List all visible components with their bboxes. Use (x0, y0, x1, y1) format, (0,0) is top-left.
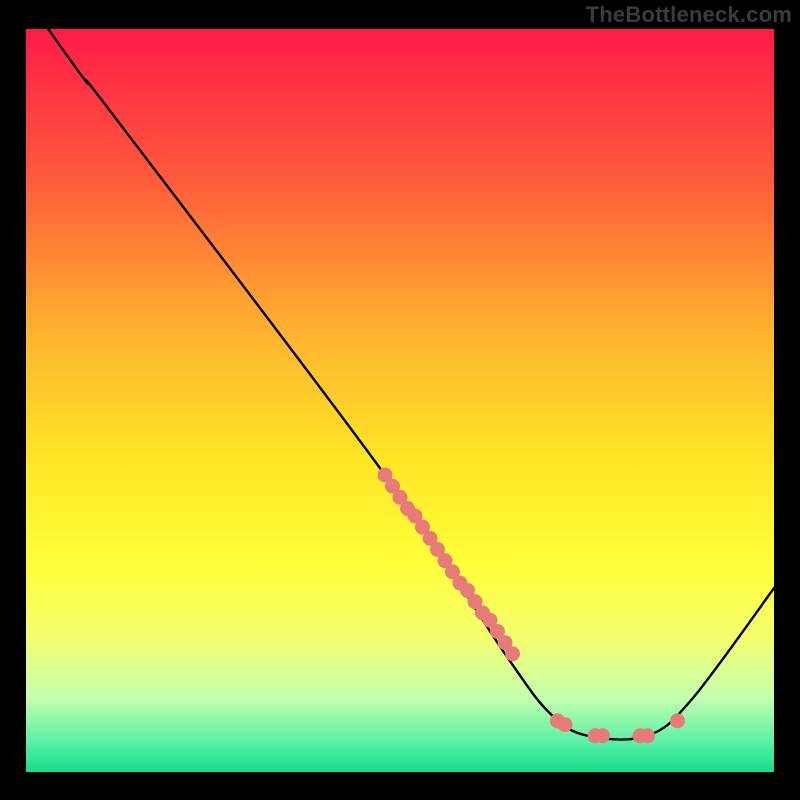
scatter-point (505, 646, 520, 661)
bottleneck-chart (0, 0, 800, 800)
scatter-point (640, 728, 655, 743)
watermark-text: TheBottleneck.com (586, 2, 792, 28)
chart-frame: TheBottleneck.com (0, 0, 800, 800)
scatter-point (558, 717, 573, 732)
scatter-point (595, 728, 610, 743)
gradient-background (25, 28, 775, 773)
scatter-point (670, 713, 685, 728)
